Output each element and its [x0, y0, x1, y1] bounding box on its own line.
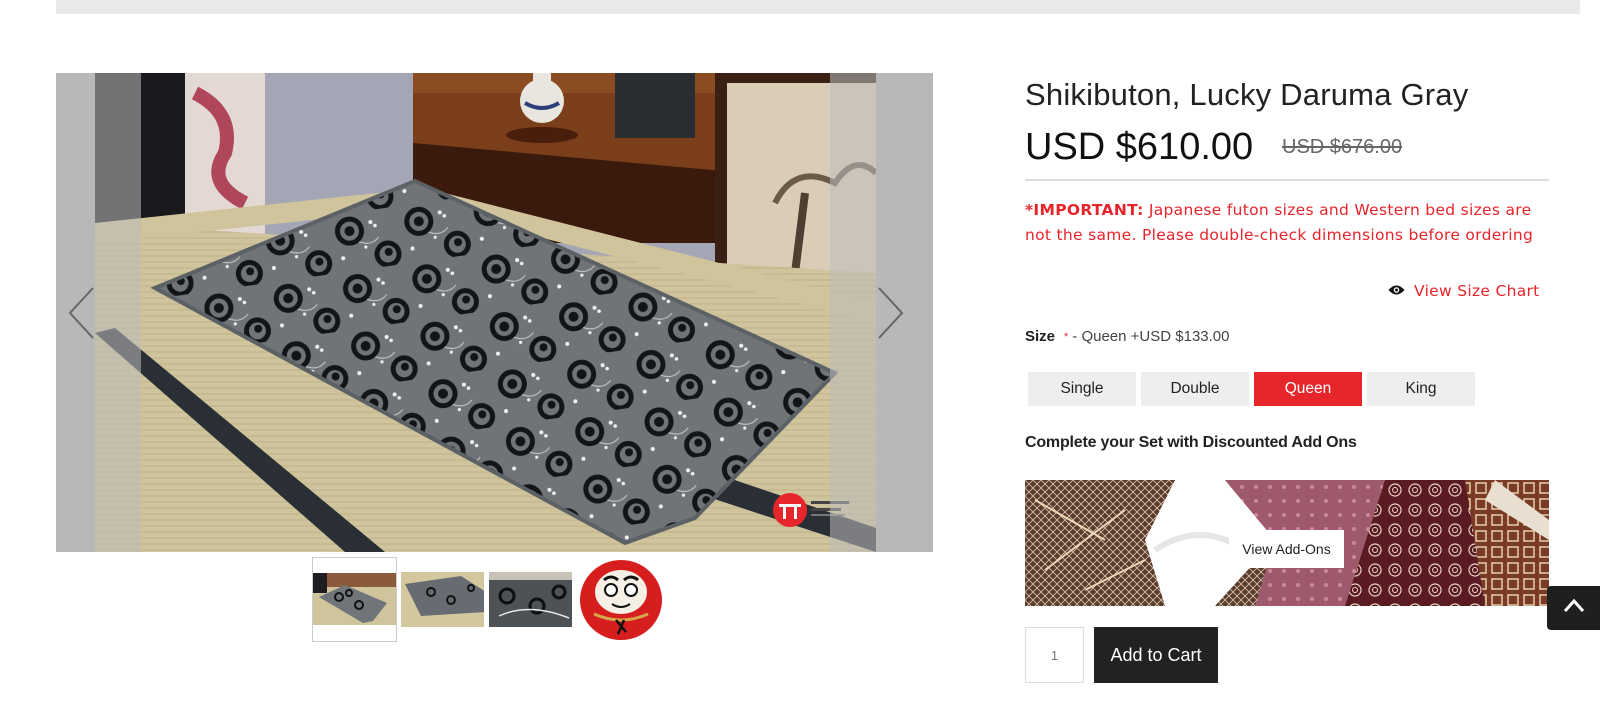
- product-gallery[interactable]: [56, 73, 933, 552]
- size-option-single[interactable]: Single: [1028, 372, 1136, 406]
- view-addons-button[interactable]: View Add-Ons: [1229, 530, 1344, 568]
- thumbnail-1[interactable]: [312, 556, 397, 642]
- main-product-image: [95, 73, 876, 552]
- thumbnail-strip: [312, 556, 666, 642]
- size-option-double[interactable]: Double: [1141, 372, 1249, 406]
- product-price: USD $610.00: [1025, 126, 1254, 168]
- size-option-king[interactable]: King: [1367, 372, 1475, 406]
- selected-size-text: - Queen +USD $133.00: [1072, 328, 1230, 345]
- price-divider: [1025, 179, 1549, 181]
- thumbnail-3[interactable]: [488, 571, 573, 628]
- size-chart-label: View Size Chart: [1414, 282, 1540, 300]
- view-size-chart-link[interactable]: View Size Chart: [1388, 282, 1540, 300]
- thumbnail-2[interactable]: [400, 571, 485, 628]
- top-bar: [56, 0, 1580, 14]
- size-options: Single Double Queen King: [1028, 372, 1475, 406]
- eye-icon: [1388, 282, 1405, 300]
- size-label: Size: [1025, 328, 1056, 345]
- back-to-top-button[interactable]: [1547, 586, 1600, 630]
- addons-heading: Complete your Set with Discounted Add On…: [1025, 434, 1357, 451]
- add-to-cart-button[interactable]: Add to Cart: [1094, 627, 1218, 683]
- quantity-input[interactable]: [1025, 627, 1084, 683]
- thumbnail-4-daruma[interactable]: [576, 556, 666, 642]
- addons-banner[interactable]: View Add-Ons: [1025, 480, 1549, 606]
- required-marker: *: [1064, 330, 1069, 343]
- size-selector-header: Size * - Queen +USD $133.00: [1025, 328, 1229, 345]
- chevron-up-icon: [1563, 598, 1585, 618]
- notice-prefix: *IMPORTANT:: [1025, 201, 1144, 219]
- size-option-queen[interactable]: Queen: [1254, 372, 1362, 406]
- product-title: Shikibuton, Lucky Daruma Gray: [1025, 77, 1469, 112]
- chevron-right-icon[interactable]: [870, 283, 910, 343]
- size-notice: *IMPORTANT: Japanese futon sizes and Wes…: [1025, 198, 1545, 247]
- compare-at-price: USD $676.00: [1282, 136, 1403, 158]
- chevron-left-icon[interactable]: [62, 283, 102, 343]
